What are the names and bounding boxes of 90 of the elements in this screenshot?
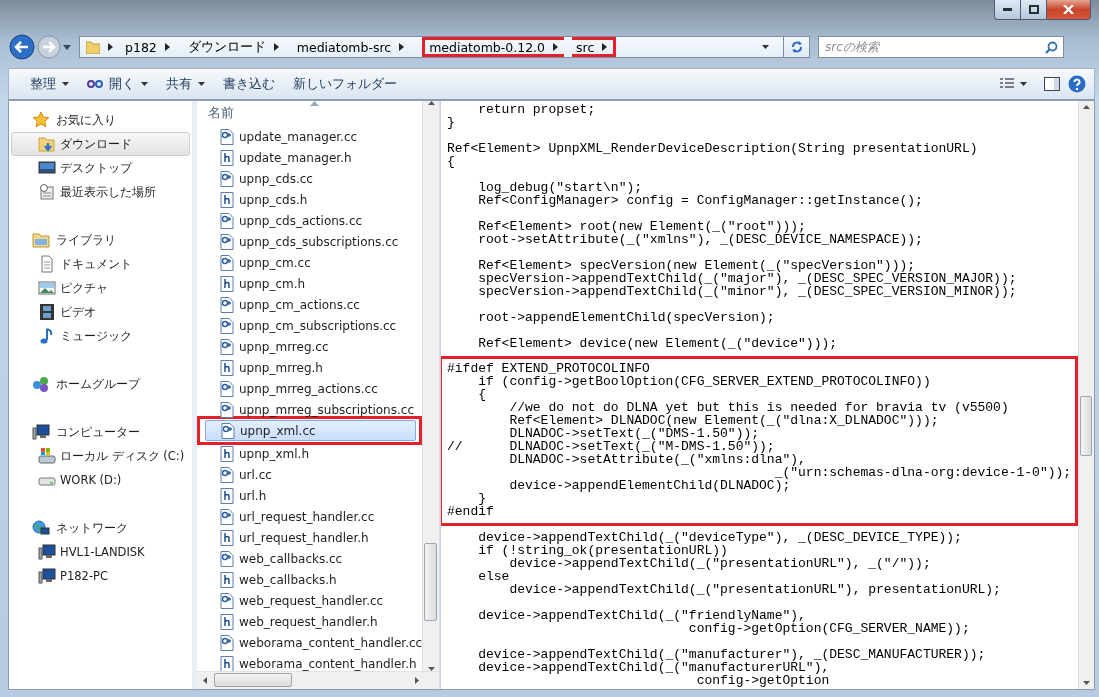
nav-item[interactable]: ダウンロード [11,132,190,156]
code-line: device->appendTextChild(_("presentationURL"), presentationURL); [508,583,1002,596]
column-header[interactable]: 名前 [208,105,234,122]
code-line: { [447,155,456,168]
file-item[interactable]: web_request_handler.cc [204,590,422,611]
file-item[interactable]: upnp_xml.h [204,443,422,464]
nav-item[interactable]: HVL1-LANDISK [11,540,190,564]
file-item[interactable]: upnp_cm_actions.cc [204,294,422,315]
breadcrumb[interactable]: src [572,37,617,57]
nav-item[interactable]: コンピューター [11,420,190,444]
file-item[interactable]: url.h [204,485,422,506]
code-line: Ref<Element> device(new Element(_("device"))); [477,337,839,350]
file-item[interactable]: upnp_mrreg.h [204,357,422,378]
file-item[interactable]: upnp_cds_actions.cc [204,210,422,231]
file-item[interactable]: url_request_handler.h [204,527,422,548]
code-line: DLNADOC->setAttribute(_("xmlns:dlna"), [508,453,806,466]
search-field[interactable]: srcの検索 [818,36,1064,58]
file-item[interactable]: upnp_xml.cc [205,420,416,441]
nav-item[interactable]: ローカル ディスク (C:) [11,444,190,468]
code-line: Ref<Element> root(new Element(_("root"))); [477,220,806,233]
code-line: else [477,570,510,583]
code-line: log_debug("start\n"); [477,181,643,194]
nav-item[interactable]: ネットワーク [11,516,190,540]
file-item[interactable]: weborama_content_handler.h [204,653,422,671]
code-line: if (!string_ok(presentationURL)) [477,544,728,557]
nav-item[interactable]: ビデオ [11,300,190,324]
code-line: if (config->getBoolOption(CFG_SERVER_EXTEND_PROTOCOLINFO)) [477,375,932,388]
file-item[interactable]: upnp_cds_subscriptions.cc [204,231,422,252]
code-line: specVersion->appendTextChild(_("major"), _(DESC_SPEC_VERSION_MAJOR)); [477,272,1018,285]
toolbar-button[interactable]: 新しいフォルダー [284,72,406,96]
file-item[interactable]: url.cc [204,464,422,485]
file-item[interactable]: upnp_cm.h [204,273,422,294]
code-line: device->appendTextChild(_("friendlyName"), [477,609,806,622]
code-line: device->appendTextChild(_("presentationURL"), _("/")); [509,557,932,570]
code-line: #endif [447,505,495,518]
code-line: Ref<Element> DLNADOC(new Element(_("dlna:X_DLNADOC"))); [508,414,940,427]
code-line: #ifdef EXTEND_PROTOCOLINFO [447,362,651,375]
nav-item[interactable]: ライブラリ [11,228,190,252]
nav-item[interactable]: 最近表示した場所 [11,180,190,204]
code-line: //we do not do DLNA yet but this is needed for bravia tv (v5500) [508,401,1010,414]
file-item[interactable]: update_manager.h [204,147,422,168]
file-item[interactable]: web_request_handler.h [204,611,422,632]
code-line: } [447,116,456,129]
toolbar-button[interactable]: 書き込む [214,72,284,96]
code-line: { [477,388,487,401]
file-item[interactable]: upnp_mrreg_actions.cc [204,378,422,399]
code-line: _("urn:schemas-dlna-org:device-1-0")); [774,466,1073,479]
file-item[interactable]: url_request_handler.cc [204,506,422,527]
nav-item[interactable]: WORK (D:) [11,468,190,492]
toolbar-button[interactable]: 共有 [157,72,214,96]
code-line: root->appendElementChild(specVersion); [477,311,776,324]
file-item[interactable]: web_callbacks.cc [204,548,422,569]
code-line: device->appendTextChild(_("manufacturer"), _(DESC_MANUFACTURER)); [477,648,987,661]
code-line: return propset; [477,103,597,116]
file-item[interactable]: update_manager.cc [204,126,422,147]
breadcrumb[interactable]: p182 [121,37,176,57]
file-item[interactable]: weborama_content_handler.cc [204,632,422,653]
file-item[interactable]: upnp_cds.cc [204,168,422,189]
code-line: config->getOption [696,674,831,687]
toolbar-button[interactable]: 整理 [21,72,78,96]
code-line: DLNADOC->setText(_("DMS-1.50")); [508,427,760,440]
file-item[interactable]: web_callbacks.h [204,569,422,590]
code-line: root->setAttribute(_("xmlns"), _(DESC_DEVICE_NAMESPACE)); [477,233,924,246]
nav-item[interactable]: ピクチャ [11,276,190,300]
code-line: device->appendTextChild(_("deviceType"), _(DESC_DEVICE_TYPE)); [477,531,963,544]
code-line: Ref<ConfigManager> config = ConfigManager::getInstance(); [477,194,924,207]
nav-item[interactable]: P182-PC [11,564,190,588]
file-item[interactable]: upnp_mrreg.cc [204,336,422,357]
code-line: device->appendElementChild(DLNADOC); [508,479,791,492]
code-line: } [478,492,486,505]
file-item[interactable]: upnp_cds.h [204,189,422,210]
file-item[interactable]: upnp_cm.cc [204,252,422,273]
nav-item[interactable]: ドキュメント [11,252,190,276]
code-line: Ref<Element> UpnpXML_RenderDeviceDescription(String presentationURL) [447,142,979,155]
code-line: // DLNADOC->setText(_("M-DMS-1.50")); [447,440,775,453]
nav-item[interactable]: お気に入り [11,108,190,132]
breadcrumb[interactable]: mediatomb-0.12.0 [422,37,565,57]
file-item[interactable]: upnp_cm_subscriptions.cc [204,315,422,336]
nav-item[interactable]: デスクトップ [11,156,190,180]
nav-item[interactable]: ミュージック [11,324,190,348]
code-line: device->appendTextChild(_("manufacturerURL"), [477,661,830,674]
file-item[interactable]: upnp_mrreg_subscriptions.cc [204,399,422,420]
code-line: specVersion->appendTextChild(_("minor"), _(DESC_SPEC_VERSION_MINOR)); [477,285,1018,298]
toolbar-button[interactable]: 開く [78,72,157,96]
address-field[interactable]: p182 ダウンロード mediatomb-src mediatomb-0.12.0 src [79,36,784,58]
code-line: Ref<Element> specVersion(new Element(_("specVersion"))); [477,259,916,272]
breadcrumb[interactable]: mediatomb-src [292,37,411,57]
nav-item[interactable]: ホームグループ [11,372,190,396]
code-line: config->getOption(CFG_SERVER_NAME)); [688,622,971,635]
breadcrumb[interactable]: ダウンロード [183,37,285,57]
